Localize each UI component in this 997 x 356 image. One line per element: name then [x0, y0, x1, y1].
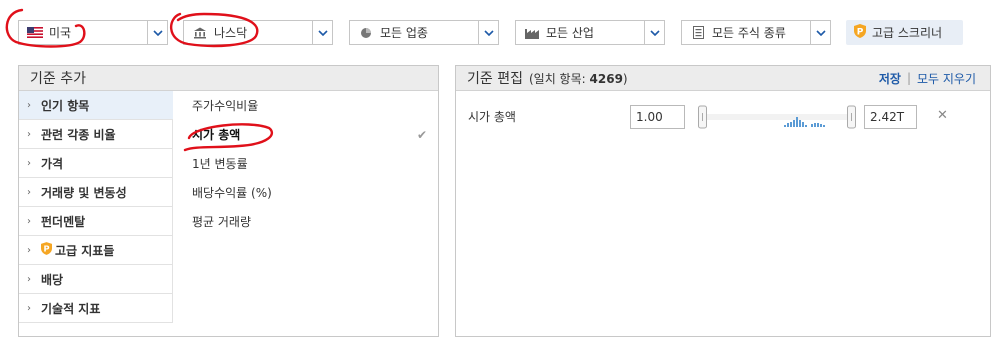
category-label: 관련 각종 비율 — [41, 127, 116, 142]
edit-criteria-panel: 기준 편집 (일치 항목: 4269) 저장 | 모두 지우기 시가 총액 1.… — [455, 65, 991, 337]
criteria-label: 1년 변동률 — [192, 157, 248, 171]
match-label: (일치 항목: — [528, 71, 586, 86]
arrow-right-icon: › — [27, 273, 31, 285]
filter-bar: 미국 나스닥 모든 업종 모든 산업 모든 주식 종류 P 고급 스크리너 — [0, 0, 997, 58]
premium-p-icon: P — [854, 24, 866, 41]
criteria-item-dividend-yield[interactable]: 배당수익률 (%) — [177, 178, 439, 207]
category-volume-volatility[interactable]: › 거래량 및 변동성 — [19, 178, 173, 207]
arrow-right-icon: › — [27, 215, 31, 227]
divider: | — [906, 71, 911, 85]
exchange-label: 나스닥 — [214, 26, 248, 40]
chevron-down-icon[interactable] — [312, 21, 332, 44]
svg-text:P: P — [857, 28, 864, 38]
arrow-right-icon: › — [27, 186, 31, 198]
match-close: ) — [622, 71, 628, 86]
category-label: 거래량 및 변동성 — [41, 185, 127, 200]
min-value-input[interactable] — [630, 105, 685, 129]
country-dropdown[interactable]: 미국 — [18, 20, 168, 45]
criteria-item-market-cap[interactable]: 시가 총액 ✔ — [177, 120, 439, 149]
criteria-item-1y-change[interactable]: 1년 변동률 — [177, 149, 439, 178]
category-label: 배당 — [41, 272, 64, 287]
criteria-row-market-cap: 시가 총액 ✕ — [456, 104, 990, 130]
arrow-right-icon: › — [27, 244, 31, 256]
category-label: 고급 지표들 — [55, 243, 115, 258]
category-label: 가격 — [41, 156, 64, 171]
category-popular[interactable]: › 인기 항목 — [19, 91, 173, 120]
premium-screener-label: 고급 스크리너 — [872, 26, 943, 40]
arrow-right-icon: › — [27, 128, 31, 140]
category-price[interactable]: › 가격 — [19, 149, 173, 178]
criteria-label: 시가 총액 — [192, 128, 241, 142]
category-technicals[interactable]: › 기술적 지표 — [19, 294, 173, 323]
arrow-right-icon: › — [27, 302, 31, 314]
category-label: 인기 항목 — [41, 98, 90, 113]
category-label: 펀더멘탈 — [41, 214, 86, 229]
factory-icon — [524, 27, 540, 39]
criteria-label: 주가수익비율 — [192, 99, 259, 113]
criteria-item-avg-volume[interactable]: 평균 거래량 — [177, 207, 439, 236]
edit-criteria-header: 기준 편집 (일치 항목: 4269) 저장 | 모두 지우기 — [456, 66, 990, 91]
category-dividends[interactable]: › 배당 — [19, 265, 173, 294]
checkmark-icon: ✔ — [416, 128, 427, 142]
equity-type-label: 모든 주식 종류 — [712, 26, 786, 40]
bank-icon — [192, 27, 208, 39]
us-flag-icon — [27, 27, 43, 39]
criteria-label: 배당수익률 (%) — [192, 186, 272, 200]
save-link[interactable]: 저장 — [879, 70, 901, 87]
match-count: (일치 항목: 4269) — [529, 70, 628, 87]
industry-label: 모든 산업 — [546, 26, 594, 40]
close-icon[interactable]: ✕ — [937, 108, 948, 123]
category-advanced-indicators[interactable]: › P 고급 지표들 — [19, 236, 173, 265]
header-actions: 저장 | 모두 지우기 — [879, 70, 976, 87]
industry-dropdown[interactable]: 모든 산업 — [515, 20, 665, 45]
country-label: 미국 — [49, 26, 72, 40]
add-criteria-header: 기준 추가 — [19, 66, 438, 91]
panel-title: 기준 추가 — [30, 71, 86, 87]
match-count-value: 4269 — [589, 71, 623, 86]
arrow-right-icon: › — [27, 99, 31, 111]
criteria-item-pe-ratio[interactable]: 주가수익비율 — [177, 91, 439, 120]
chevron-down-icon[interactable] — [478, 21, 498, 44]
range-slider[interactable] — [698, 105, 856, 129]
category-fundamentals[interactable]: › 펀더멘탈 — [19, 207, 173, 236]
criteria-name: 시가 총액 — [468, 110, 516, 124]
chevron-down-icon[interactable] — [147, 21, 167, 44]
category-label: 기술적 지표 — [41, 301, 101, 316]
chevron-down-icon[interactable] — [644, 21, 664, 44]
category-list: › 인기 항목 › 관련 각종 비율 › 가격 › 거래량 및 변동성 › 펀더… — [19, 91, 173, 323]
clear-all-link[interactable]: 모두 지우기 — [917, 70, 976, 87]
category-ratios[interactable]: › 관련 각종 비율 — [19, 120, 173, 149]
pie-chart-icon — [358, 27, 374, 39]
criteria-list: 주가수익비율 시가 총액 ✔ 1년 변동률 배당수익률 (%) 평균 거래량 — [177, 91, 439, 236]
premium-screener-button[interactable]: P 고급 스크리너 — [846, 20, 963, 45]
svg-text:P: P — [43, 244, 49, 254]
exchange-dropdown[interactable]: 나스닥 — [183, 20, 333, 45]
max-value-input[interactable] — [864, 105, 917, 129]
criteria-label: 평균 거래량 — [192, 215, 252, 229]
chevron-down-icon[interactable] — [810, 21, 830, 44]
panel-title: 기준 편집 — [467, 71, 523, 87]
sector-label: 모든 업종 — [380, 26, 428, 40]
arrow-right-icon: › — [27, 157, 31, 169]
document-icon — [690, 26, 706, 39]
sector-dropdown[interactable]: 모든 업종 — [349, 20, 499, 45]
add-criteria-panel: 기준 추가 › 인기 항목 › 관련 각종 비율 › 가격 › 거래량 및 변동… — [18, 65, 439, 337]
equity-type-dropdown[interactable]: 모든 주식 종류 — [681, 20, 831, 45]
premium-p-icon: P — [41, 242, 52, 258]
